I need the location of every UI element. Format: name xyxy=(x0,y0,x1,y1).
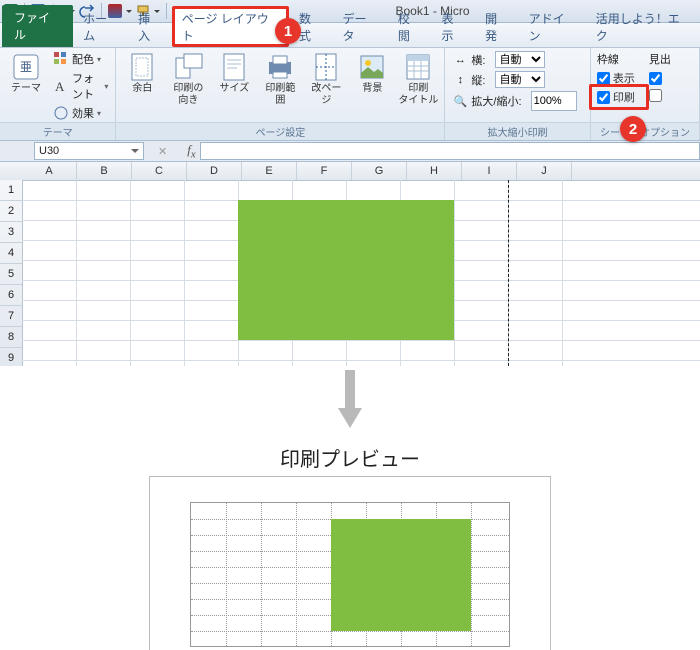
fx-icon[interactable]: fx xyxy=(187,142,195,161)
margins-button[interactable]: 余白 xyxy=(120,50,164,108)
select-all-corner[interactable] xyxy=(0,162,23,181)
orientation-icon xyxy=(173,52,203,82)
background-icon xyxy=(357,52,387,82)
print-titles-icon xyxy=(403,52,433,82)
tab-home[interactable]: ホーム xyxy=(73,6,128,47)
tab-extra[interactable]: 活用しよう！エク xyxy=(586,6,700,47)
svg-text:亜: 亜 xyxy=(20,60,32,74)
themes-button[interactable]: 亜 テーマ xyxy=(4,50,48,122)
preview-title: 印刷プレビュー xyxy=(0,443,700,472)
colors-icon xyxy=(53,51,69,67)
arrow-down-icon xyxy=(335,370,365,430)
scale-input[interactable] xyxy=(531,91,577,111)
tab-file[interactable]: ファイル xyxy=(2,5,73,47)
width-icon: ↔ xyxy=(452,52,468,68)
print-area-button[interactable]: 印刷範囲 xyxy=(258,50,302,108)
tab-page-layout[interactable]: ページ レイアウト xyxy=(172,6,289,47)
callout-2: 2 xyxy=(620,116,646,142)
worksheet-grid[interactable]: ABCDEFGHIJ 123456789 xyxy=(0,162,700,366)
theme-colors-button[interactable]: 配色▾ xyxy=(50,50,111,68)
margins-icon xyxy=(127,52,157,82)
breaks-button[interactable]: 改ページ xyxy=(304,50,348,108)
orientation-button[interactable]: 印刷の 向き xyxy=(166,50,210,108)
height-select[interactable]: 自動 xyxy=(495,71,545,88)
headings-print-checkbox[interactable] xyxy=(647,88,693,103)
print-preview-section: 印刷プレビュー xyxy=(0,370,700,650)
tab-view[interactable]: 表示 xyxy=(431,6,475,47)
callout-1: 1 xyxy=(275,18,301,44)
tab-addins[interactable]: アドイン xyxy=(519,6,586,47)
scale-icon: 🔍 xyxy=(452,93,468,109)
tab-review[interactable]: 校閲 xyxy=(388,6,432,47)
group-themes: 亜 テーマ 配色▾ Aフォント▾ 効果▾ テーマ xyxy=(0,48,116,140)
width-select[interactable]: 自動 xyxy=(495,51,545,68)
cells-area[interactable] xyxy=(22,180,700,366)
tab-developer[interactable]: 開発 xyxy=(475,6,519,47)
gridlines-label: 枠線 xyxy=(595,50,645,68)
gridlines-print-checkbox[interactable]: 印刷 xyxy=(595,88,645,106)
headings-view-checkbox[interactable]: 表示 xyxy=(647,69,693,87)
size-icon xyxy=(219,52,249,82)
size-button[interactable]: サイズ xyxy=(212,50,256,108)
cancel-icon[interactable]: ✕ xyxy=(158,145,167,158)
background-button[interactable]: 背景 xyxy=(350,50,394,108)
formula-bar-row: U30 ✕ fx xyxy=(0,141,700,162)
theme-effects-button[interactable]: 効果▾ xyxy=(50,104,111,122)
group-scale: ↔横: 自動 ↕縦: 自動 🔍拡大/縮小: 拡大縮小印刷 xyxy=(445,48,591,140)
effects-icon xyxy=(53,105,69,121)
gridlines-view-checkbox[interactable]: 表示 xyxy=(595,69,645,87)
page-break-line xyxy=(508,180,509,366)
column-headers[interactable]: ABCDEFGHIJ xyxy=(22,162,700,181)
print-area-icon xyxy=(265,52,295,82)
print-titles-button[interactable]: 印刷 タイトル xyxy=(396,50,440,108)
filled-range xyxy=(238,200,454,340)
preview-page xyxy=(149,476,551,650)
tab-data[interactable]: データ xyxy=(333,6,388,47)
breaks-icon xyxy=(311,52,341,82)
group-page-setup: 余白 印刷の 向き サイズ 印刷範囲 改ページ 背景 印刷 タイトル ページ設定 xyxy=(116,48,445,140)
height-icon: ↕ xyxy=(452,72,468,88)
fonts-icon: A xyxy=(53,78,69,94)
headings-label: 見出 xyxy=(647,50,693,68)
tab-insert[interactable]: 挿入 xyxy=(128,6,172,47)
ribbon: 亜 テーマ 配色▾ Aフォント▾ 効果▾ テーマ 余白 印刷の 向き サイズ 印… xyxy=(0,48,700,141)
row-headers[interactable]: 123456789 xyxy=(0,180,23,366)
name-box[interactable]: U30 xyxy=(34,142,144,160)
ribbon-tabs: ファイル ホーム 挿入 ページ レイアウト 数式 データ 校閲 表示 開発 アド… xyxy=(0,23,700,48)
svg-text:A: A xyxy=(55,79,65,94)
formula-bar[interactable] xyxy=(200,142,700,160)
preview-filled-range xyxy=(331,519,471,631)
theme-fonts-button[interactable]: Aフォント▾ xyxy=(50,69,111,103)
